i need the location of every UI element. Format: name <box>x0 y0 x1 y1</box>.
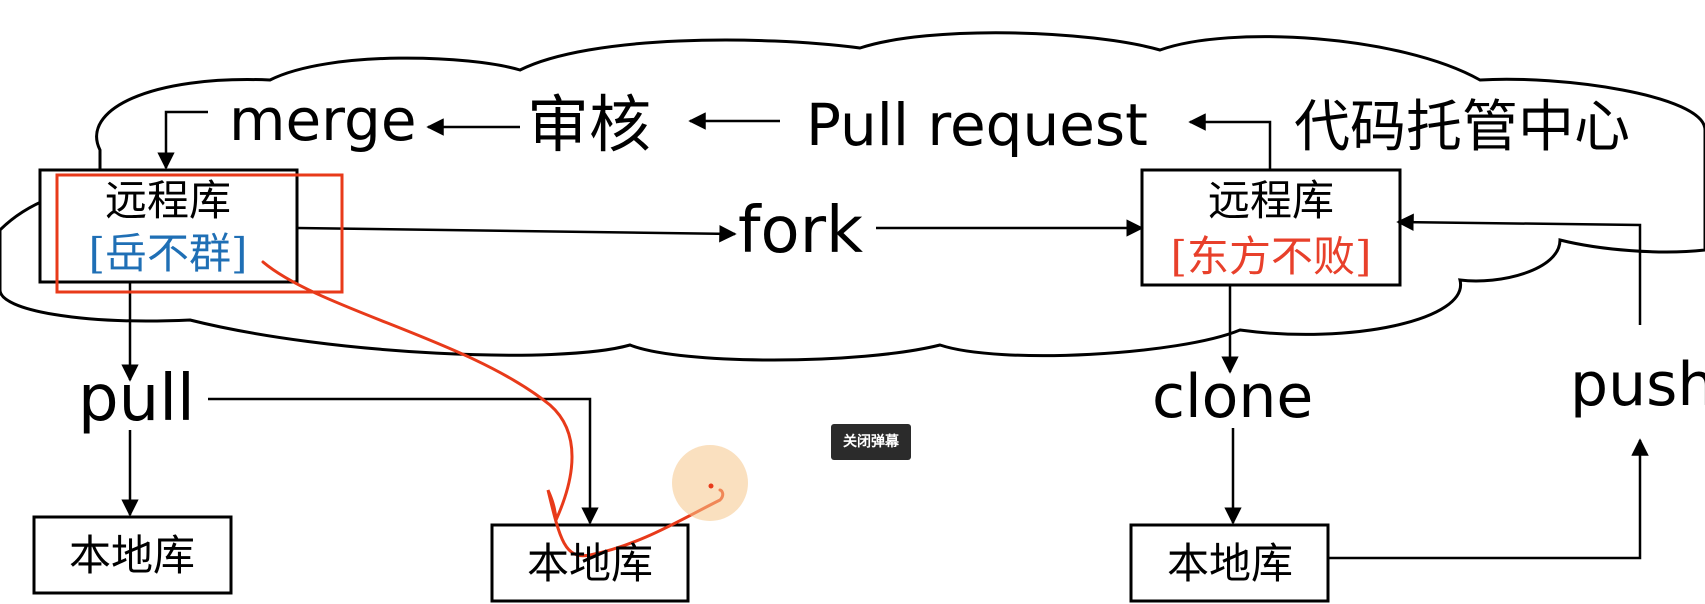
local-to-push-arrow <box>1328 438 1649 560</box>
push-label: push <box>1570 350 1705 420</box>
fork-label: fork <box>738 194 863 268</box>
review-label: 审核 <box>527 88 651 161</box>
pull-request-label: Pull request <box>806 91 1148 159</box>
remote-left-title: 远程库 <box>105 176 231 225</box>
local-repo-left-label: 本地库 <box>69 531 195 580</box>
git-workflow-diagram: merge 审核 Pull request 代码托管中心 远程库 [岳不群] 远… <box>0 31 1705 603</box>
pull-to-middle-arrow <box>208 397 599 525</box>
remote-left-owner: [岳不群] <box>89 229 248 278</box>
clone-label: clone <box>1152 362 1313 432</box>
pull-label: pull <box>78 362 195 436</box>
remote-right-owner: [东方不败] <box>1171 232 1372 281</box>
remote-right-title: 远程库 <box>1208 176 1334 225</box>
close-danmaku-button[interactable]: 关闭弹幕 <box>831 424 911 460</box>
merge-label: merge <box>229 86 417 154</box>
local-repo-right-label: 本地库 <box>1167 539 1293 588</box>
hosting-center-label: 代码托管中心 <box>1294 95 1630 160</box>
cursor-highlight <box>672 445 748 521</box>
cursor-dot <box>708 483 714 489</box>
local-repo-middle-label: 本地库 <box>527 539 653 588</box>
